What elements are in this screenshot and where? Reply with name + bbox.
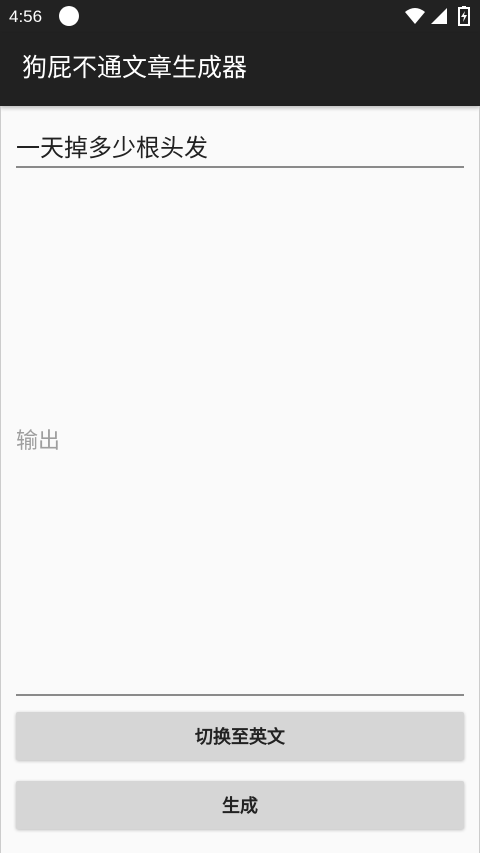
battery-icon <box>458 6 470 26</box>
generate-button[interactable]: 生成 <box>16 781 464 829</box>
output-placeholder: 输出 <box>16 429 61 454</box>
output-field[interactable]: 输出 <box>16 180 464 696</box>
app-bar: 狗屁不通文章生成器 <box>0 33 480 106</box>
topic-input-underline <box>16 166 464 168</box>
status-bar: 4:56 <box>0 0 480 33</box>
output-underline <box>16 694 464 696</box>
topic-input[interactable]: 一天掉多少根头发 <box>16 128 464 168</box>
switch-language-button[interactable]: 切换至英文 <box>16 712 464 760</box>
status-time: 4:56 <box>9 7 43 26</box>
signal-icon <box>431 8 447 24</box>
left-border <box>0 106 1 853</box>
app-title: 狗屁不通文章生成器 <box>22 53 248 82</box>
notification-dot-icon <box>59 6 79 26</box>
topic-input-value: 一天掉多少根头发 <box>16 134 208 162</box>
wifi-icon <box>405 8 425 24</box>
